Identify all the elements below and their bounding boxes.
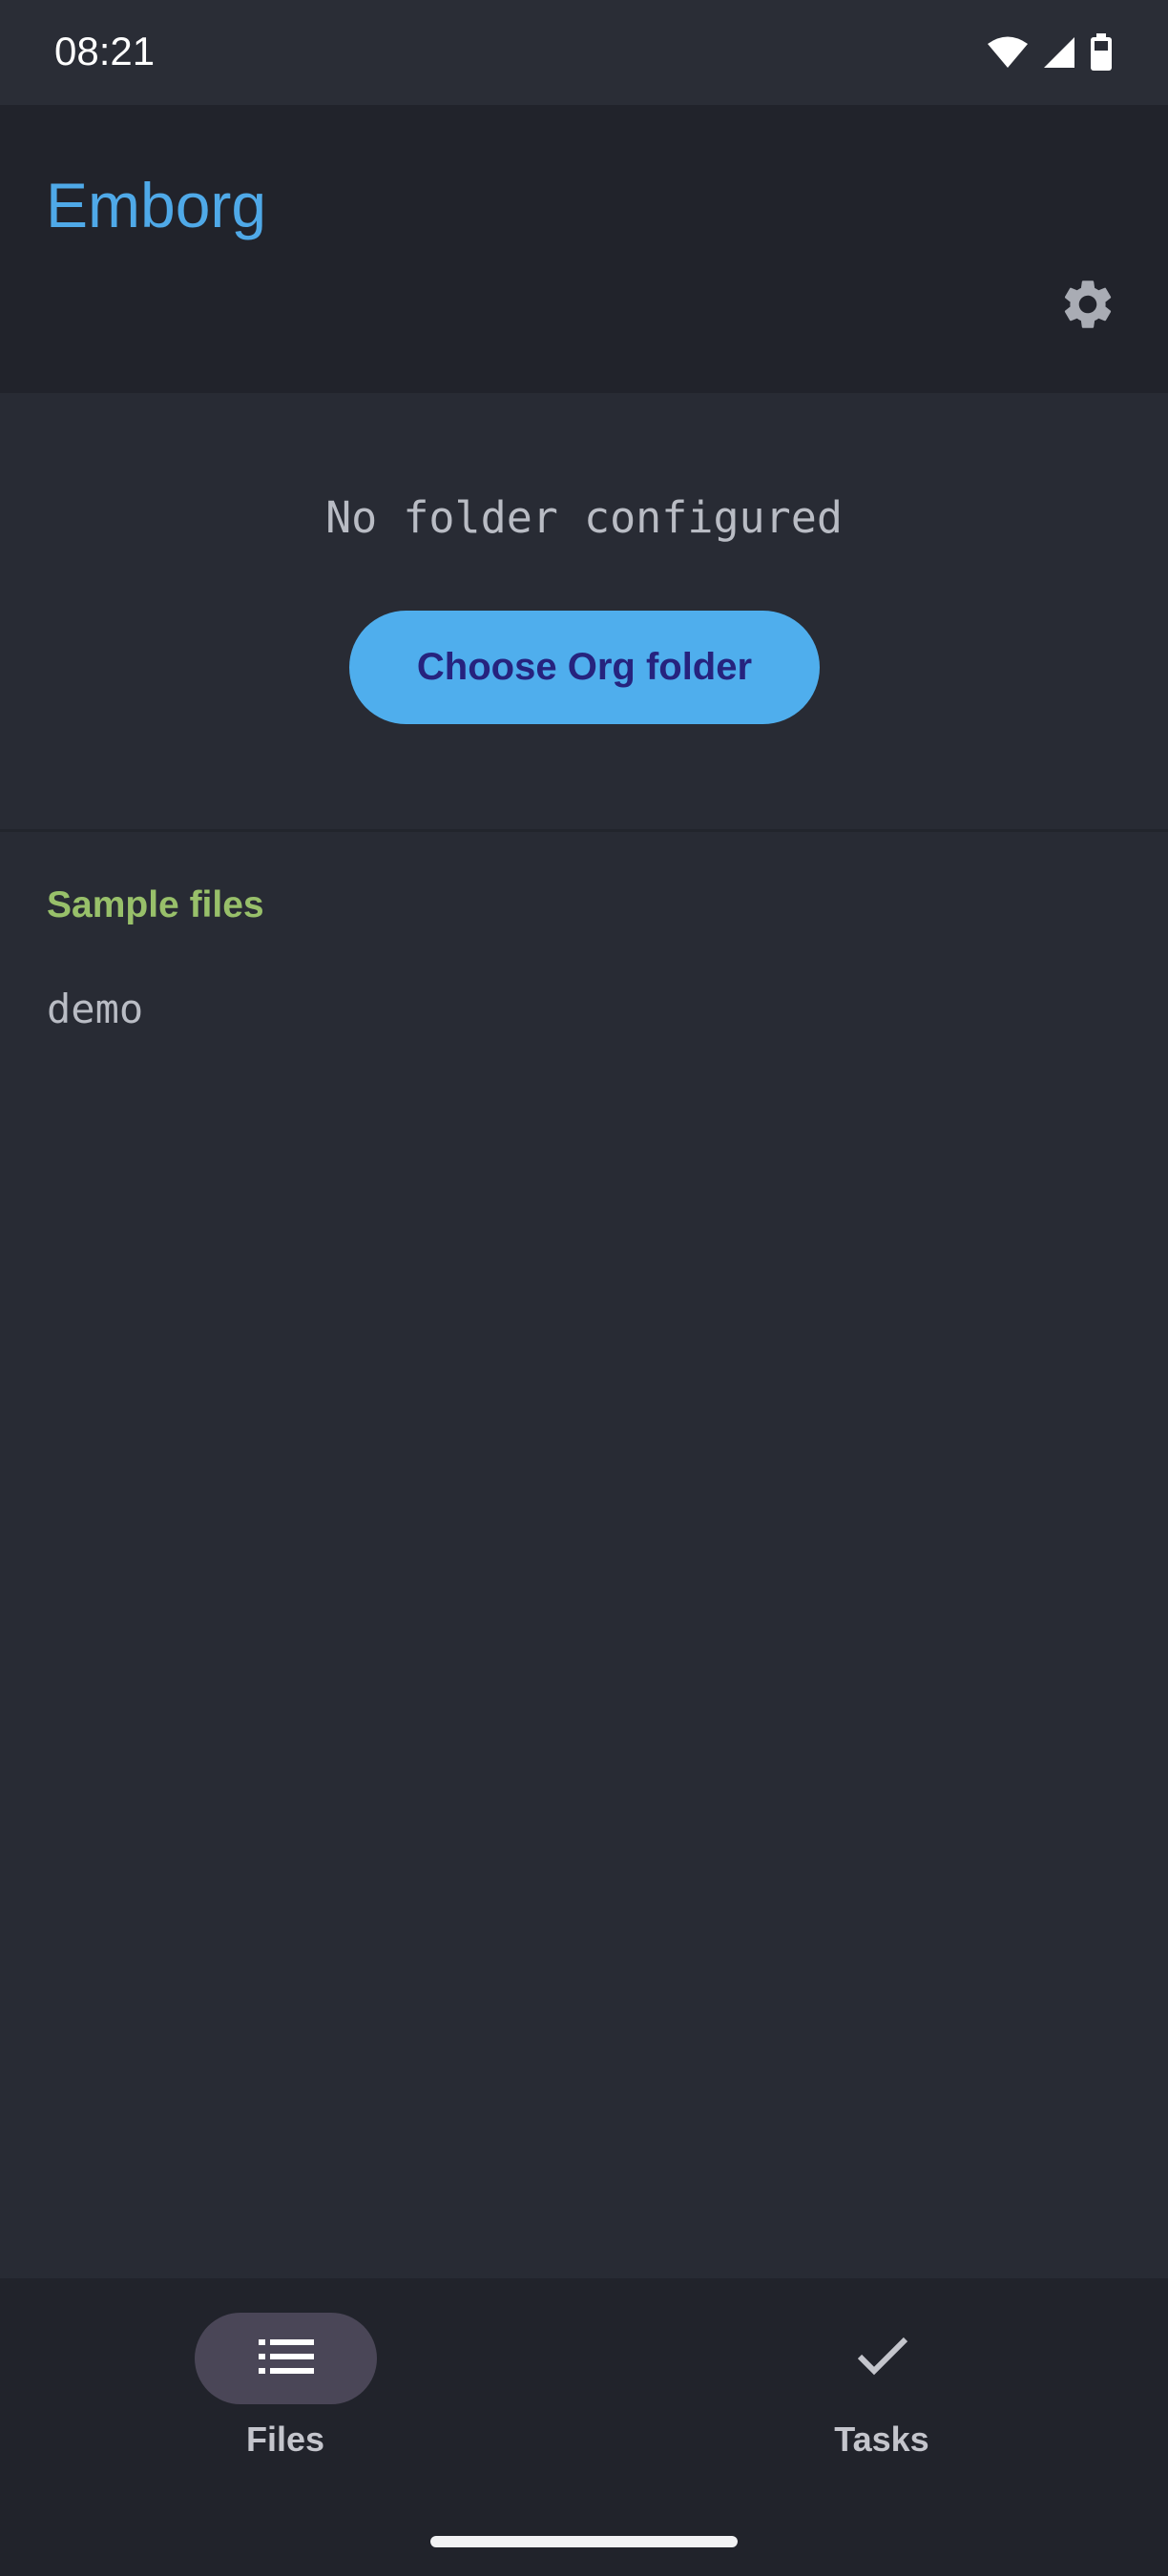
section-divider <box>0 829 1168 832</box>
nav-active-indicator <box>195 2313 377 2404</box>
status-time: 08:21 <box>54 29 156 73</box>
status-bar: 08:21 <box>0 0 1168 105</box>
file-item-label: demo <box>47 986 144 1032</box>
check-icon <box>856 2336 909 2382</box>
nav-item-files[interactable]: Files <box>142 2309 428 2471</box>
wifi-icon <box>987 35 1029 70</box>
settings-button[interactable] <box>1050 268 1126 344</box>
nav-label-files: Files <box>245 2420 325 2459</box>
app-screen: 08:21 Emborg No folder configured Choose… <box>0 0 1168 2576</box>
nav-item-tasks[interactable]: Tasks <box>739 2309 1025 2471</box>
cell-signal-icon <box>1042 35 1076 70</box>
home-indicator[interactable] <box>430 2536 738 2547</box>
choose-org-folder-button[interactable]: Choose Org folder <box>349 611 820 724</box>
battery-icon <box>1090 33 1113 72</box>
no-folder-message: No folder configured <box>325 492 843 543</box>
nav-icon-wrap <box>791 2313 973 2404</box>
sample-files-header: Sample files <box>47 884 264 925</box>
list-item-demo[interactable]: demo <box>0 964 1168 1059</box>
nav-label-tasks: Tasks <box>834 2420 929 2459</box>
list-icon <box>258 2337 314 2380</box>
status-icons <box>987 32 1113 73</box>
app-title: Emborg <box>46 170 267 240</box>
gear-icon <box>1058 275 1117 339</box>
